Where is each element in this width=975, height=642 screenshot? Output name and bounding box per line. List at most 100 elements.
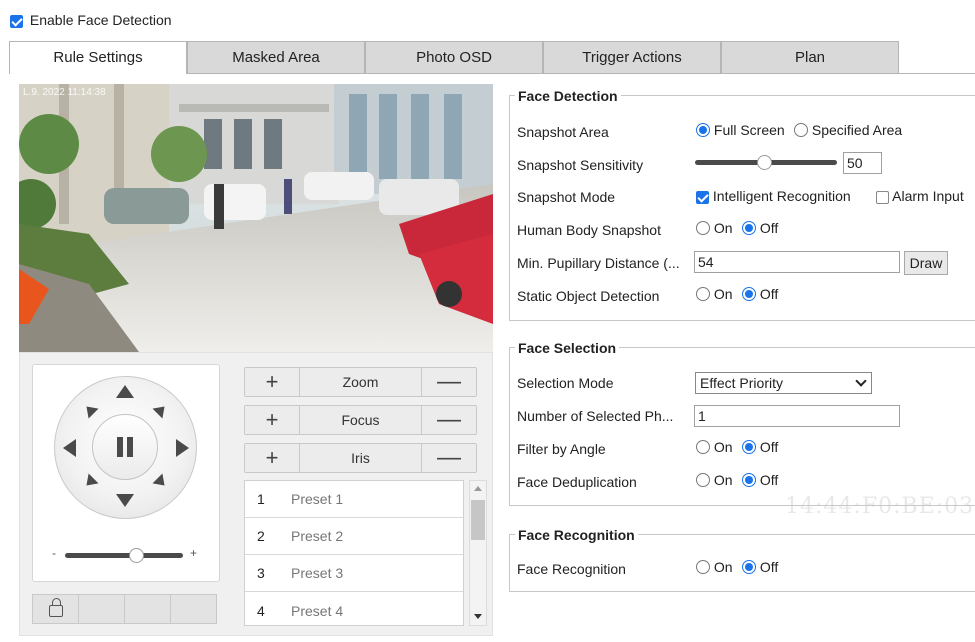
pan-right-arrow-icon[interactable] [176, 439, 189, 457]
enable-face-detection[interactable]: Enable Face Detection [10, 12, 172, 28]
selection-mode-select[interactable]: Effect Priority [695, 372, 872, 394]
human-body-off-option[interactable]: Off [742, 220, 778, 236]
face-recognition-label: Face Recognition [517, 561, 626, 577]
video-osd-time: L.9. 2022 11:14:38 [23, 87, 106, 98]
dedup-off-radio[interactable] [742, 473, 756, 487]
filter-angle-off-radio[interactable] [742, 440, 756, 454]
chevron-down-icon [855, 375, 867, 387]
face-recognition-on-radio[interactable] [696, 560, 710, 574]
filter-angle-on-radio[interactable] [696, 440, 710, 454]
iris-minus-button[interactable]: — [422, 444, 476, 472]
tab-bar: Rule Settings Masked Area Photo OSD Trig… [9, 41, 899, 74]
snapshot-area-label: Snapshot Area [517, 124, 609, 140]
intelligent-recognition-checkbox[interactable] [696, 190, 709, 204]
focus-minus-button[interactable]: — [422, 406, 476, 434]
enable-face-detection-checkbox[interactable] [10, 14, 23, 28]
preset-row[interactable]: 2 Preset 2 [245, 518, 463, 555]
face-deduplication-label: Face Deduplication [517, 474, 637, 490]
alarm-input-checkbox[interactable] [876, 190, 889, 204]
ptz-toolbar [32, 594, 220, 624]
alarm-input-option[interactable]: Alarm Input [876, 188, 964, 204]
face-recognition-off-option[interactable]: Off [742, 559, 778, 575]
ptz-speed-thumb[interactable] [129, 548, 144, 563]
snapshot-area-specified[interactable]: Specified Area [794, 122, 902, 138]
specified-area-radio[interactable] [794, 123, 808, 137]
snapshot-sensitivity-label: Snapshot Sensitivity [517, 157, 644, 173]
tab-rule-settings[interactable]: Rule Settings [9, 41, 187, 74]
preset-number: 3 [257, 565, 265, 581]
iris-control: + Iris — [244, 443, 477, 473]
preset-number: 2 [257, 528, 265, 544]
tab-photo-osd[interactable]: Photo OSD [365, 41, 543, 73]
scroll-up-icon[interactable] [474, 486, 482, 491]
snapshot-area-full-screen[interactable]: Full Screen [696, 122, 785, 138]
full-screen-radio[interactable] [696, 123, 710, 137]
snapshot-mode-label: Snapshot Mode [517, 189, 616, 205]
preset-row[interactable]: 4 Preset 4 [245, 592, 463, 625]
number-selected-photos-input[interactable]: 1 [694, 405, 900, 427]
off-label: Off [759, 286, 779, 302]
iris-label: Iris [299, 444, 422, 472]
pan-up-arrow-icon[interactable] [116, 385, 134, 398]
speed-plus-label: + [190, 546, 198, 560]
preset-number: 4 [257, 602, 265, 619]
ptz-pause-button[interactable] [92, 414, 158, 480]
filter-angle-off-option[interactable]: Off [742, 439, 778, 455]
scroll-down-icon[interactable] [474, 614, 482, 619]
snapshot-sensitivity-thumb[interactable] [757, 155, 772, 170]
human-body-on-radio[interactable] [696, 221, 710, 235]
on-label: On [713, 472, 733, 488]
ptz-lock-button[interactable] [32, 594, 79, 624]
dedup-off-option[interactable]: Off [742, 472, 778, 488]
filter-angle-on-option[interactable]: On [696, 439, 733, 455]
static-object-on-option[interactable]: On [696, 286, 733, 302]
preset-row[interactable]: 1 Preset 1 [245, 481, 463, 518]
on-label: On [713, 220, 733, 236]
ptz-speed-slider[interactable] [65, 553, 183, 558]
pan-left-arrow-icon[interactable] [63, 439, 76, 457]
focus-control: + Focus — [244, 405, 477, 435]
min-pupillary-distance-label: Min. Pupillary Distance (... [517, 255, 680, 271]
selection-mode-label: Selection Mode [517, 375, 614, 391]
focus-plus-button[interactable]: + [245, 406, 299, 434]
tab-masked-area[interactable]: Masked Area [187, 41, 365, 73]
draw-button[interactable]: Draw [904, 251, 948, 275]
face-recognition-off-radio[interactable] [742, 560, 756, 574]
preset-name: Preset 3 [291, 565, 344, 581]
tab-trigger-actions[interactable]: Trigger Actions [543, 41, 721, 73]
on-label: On [713, 286, 733, 302]
human-body-on-option[interactable]: On [696, 220, 733, 236]
human-body-off-radio[interactable] [742, 221, 756, 235]
lock-icon [48, 598, 63, 617]
off-label: Off [759, 220, 779, 236]
snapshot-sensitivity-input[interactable]: 50 [843, 152, 882, 174]
ptz-tool-button-4[interactable] [170, 594, 217, 624]
off-label: Off [759, 559, 779, 575]
speed-minus-label: - [52, 546, 56, 560]
ptz-tool-button-2[interactable] [78, 594, 125, 624]
static-object-off-radio[interactable] [742, 287, 756, 301]
live-video[interactable]: L.9. 2022 11:14:38 [19, 84, 493, 352]
static-object-off-option[interactable]: Off [742, 286, 778, 302]
zoom-label: Zoom [299, 368, 422, 396]
selection-mode-value: Effect Priority [700, 375, 783, 391]
face-recognition-title: Face Recognition [515, 527, 638, 543]
dedup-on-radio[interactable] [696, 473, 710, 487]
zoom-in-button[interactable]: + [245, 368, 299, 396]
video-scene-image [19, 84, 493, 352]
pan-down-arrow-icon[interactable] [116, 494, 134, 507]
ptz-tool-button-3[interactable] [124, 594, 171, 624]
preset-row[interactable]: 3 Preset 3 [245, 555, 463, 592]
intelligent-recognition-option[interactable]: Intelligent Recognition [696, 188, 851, 204]
static-object-on-radio[interactable] [696, 287, 710, 301]
iris-plus-button[interactable]: + [245, 444, 299, 472]
min-pupillary-distance-input[interactable]: 54 [694, 251, 900, 273]
zoom-out-button[interactable]: — [422, 368, 476, 396]
face-recognition-on-option[interactable]: On [696, 559, 733, 575]
alarm-input-label: Alarm Input [892, 188, 964, 204]
dedup-on-option[interactable]: On [696, 472, 733, 488]
zoom-control: + Zoom — [244, 367, 477, 397]
face-detection-title: Face Detection [515, 88, 621, 104]
preset-scroll-thumb[interactable] [471, 500, 485, 540]
tab-plan[interactable]: Plan [721, 41, 899, 73]
